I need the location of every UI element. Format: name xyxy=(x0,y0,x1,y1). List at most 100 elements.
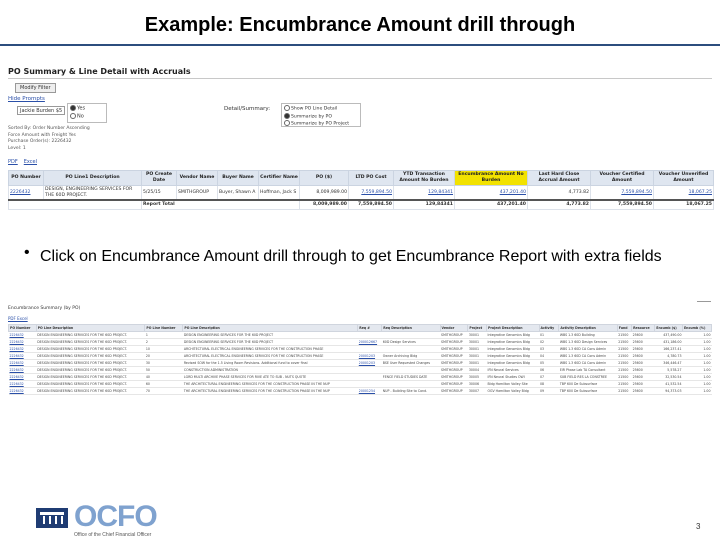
cell: WBS 1.3 60D CA Cons Admin xyxy=(558,345,618,353)
cell xyxy=(381,380,441,388)
detail-summary-label: Detail/Summary: xyxy=(224,106,271,112)
ocfo-logo: OCFO xyxy=(74,500,158,533)
req-link[interactable]: 20001254 xyxy=(357,387,382,395)
cell: 30001 xyxy=(467,345,487,353)
cell: 4,773.82 xyxy=(527,185,591,201)
cell: 1.00 xyxy=(682,373,712,381)
cell: DESIGN ENGINEERING SERVICES FOR THE 60D … xyxy=(36,345,145,353)
cell: 4,773.82 xyxy=(527,199,591,210)
column-shape xyxy=(61,516,63,524)
cell: DESIGN ENGINEERING SERVICES FOR THE 60D … xyxy=(36,387,145,395)
cell xyxy=(357,366,382,374)
po-number-link[interactable]: 2226432 xyxy=(8,380,37,388)
cell: WBS 1.3 60D CA Cons Admin xyxy=(558,359,618,367)
po-table: PO Number PO Line1 Description PO Create… xyxy=(8,170,714,210)
cell: IFN Neural Studies OWI xyxy=(486,373,540,381)
cell: 437,490.00 xyxy=(654,331,683,339)
bullet-text: Click on Encumbrance Amount drill throug… xyxy=(40,248,662,265)
col-header: Req # xyxy=(357,324,383,332)
voucher-certified-link[interactable]: 7,559,894.50 xyxy=(590,185,654,201)
option-label: Summarize by PO Project xyxy=(291,121,350,127)
cell: WBS 1.3 60D Design Services xyxy=(558,338,618,346)
cell: SMITHGROUP xyxy=(440,380,468,388)
cell: 06 xyxy=(539,366,559,374)
pdf-link[interactable]: PDF xyxy=(8,159,18,165)
voucher-unverified-link[interactable]: 18,067.25 xyxy=(653,185,714,201)
cell: 1.00 xyxy=(682,352,712,360)
option-summarize-po[interactable]: Summarize by PO xyxy=(284,112,358,121)
cell: 30001 xyxy=(467,352,487,360)
option-line-detail[interactable]: Show PO Line Detail xyxy=(284,105,358,113)
table-row: 2226432 DESIGN ENGINEERING SERVICES FOR T… xyxy=(8,373,712,381)
col-header: PO ($) xyxy=(299,170,349,186)
people-field[interactable]: Jackie Burden $5 xyxy=(17,106,65,115)
po-number-link[interactable]: 2226432 xyxy=(8,185,44,201)
cell xyxy=(357,380,382,388)
table-header-row: PO Number PO Line1 Description PO Create… xyxy=(8,170,714,186)
encumbrance-drill-link[interactable]: 437,201.40 xyxy=(454,185,528,201)
ytd-amount-link[interactable]: 129,84341 xyxy=(393,185,455,201)
cell: 10 xyxy=(144,345,183,353)
po-summary-report: PO Summary & Line Detail with Accruals M… xyxy=(5,64,715,222)
cell: WBS 1.3 60D Building xyxy=(558,331,618,339)
po-number-link[interactable]: 2226432 xyxy=(8,352,37,360)
po-number-link[interactable]: 2226432 xyxy=(8,359,37,367)
table-row: 2226432 DESIGN ENGINEERING SERVICES FOR T… xyxy=(8,345,712,353)
cell: 20 xyxy=(144,352,183,360)
minimize-icon[interactable] xyxy=(697,301,711,302)
po-number-link[interactable]: 2226432 xyxy=(8,331,37,339)
cell: 21500 xyxy=(617,345,632,353)
col-header: PO Line Number xyxy=(144,324,184,332)
column-shape xyxy=(55,516,57,524)
cell: 346,446.47 xyxy=(654,359,683,367)
modify-filter-button[interactable]: Modify Filter xyxy=(15,83,56,93)
excel-link[interactable]: Excel xyxy=(24,159,37,165)
cell: 50 xyxy=(144,366,183,374)
cell: 21500 xyxy=(617,387,632,395)
col-header: PO Number xyxy=(8,324,37,332)
cell: 1.00 xyxy=(682,359,712,367)
table-row: 2226432 DESIGN ENGINEERING SERVICES FOR T… xyxy=(8,380,712,388)
detail-options: Show PO Line Detail Summarize by PO Summ… xyxy=(281,103,361,127)
no-label: No xyxy=(77,113,84,119)
req-link[interactable]: 20001203 xyxy=(357,352,382,360)
po-number-link[interactable]: 2226432 xyxy=(8,345,37,353)
po-number-link[interactable]: 2226432 xyxy=(8,373,37,381)
option-summarize-project[interactable]: Summarize by PO Project xyxy=(284,120,358,128)
hide-prompts-link[interactable]: Hide Prompts xyxy=(8,96,45,102)
radio-icon xyxy=(284,105,290,111)
cell: 21500 xyxy=(617,366,632,374)
radio-icon xyxy=(284,120,290,126)
po-number-link[interactable]: 2226432 xyxy=(8,387,37,395)
req-link[interactable]: 20001203 xyxy=(357,359,382,367)
cell: ARCHITECTURAL ELECTRICAL ENGINEERING SER… xyxy=(182,352,358,360)
cell: 4,780.73 xyxy=(654,352,683,360)
yes-option[interactable]: Yes xyxy=(70,105,104,113)
encumbrance-col-header: Encumbrance Amount No Burden xyxy=(454,170,528,186)
cell: TBP 600 De Subsurface xyxy=(558,380,618,388)
cell: 70 xyxy=(144,387,183,395)
cell: DESIGN ENGINEERING SERVICES FOR THE 60D … xyxy=(36,373,145,381)
cell: DESIGN ENGINEERING SERVICES FOR THE 60D … xyxy=(182,338,358,346)
cell: 40 xyxy=(144,373,183,381)
cell: 8,009,989.00 xyxy=(299,185,349,201)
req-link[interactable]: 200012667 xyxy=(357,338,382,346)
cell: 01 xyxy=(539,331,559,339)
cell: 04 xyxy=(539,352,559,360)
po-number-link[interactable]: 2226432 xyxy=(8,366,37,374)
po-number-link[interactable]: 2226432 xyxy=(8,338,37,346)
table-row: 2226432 DESIGN ENGINEERING SERVICES FOR T… xyxy=(8,359,712,367)
no-option[interactable]: No xyxy=(70,112,104,121)
cell: 09 xyxy=(539,387,559,395)
export-links[interactable]: PDF Excel xyxy=(8,316,28,321)
ltd-cost-link[interactable]: 7,559,894.50 xyxy=(348,185,394,201)
sort-info: Sorted By: Order Number Ascending Force … xyxy=(8,126,90,152)
cell: 25600 xyxy=(631,352,655,360)
cell: 25600 xyxy=(631,338,655,346)
cell: 8,009,989.00 xyxy=(299,199,349,210)
table-row: 2226432 DESIGN, ENGINEERING SERVICES FOR… xyxy=(8,185,714,201)
encumbrance-report: Encumbrance Summary (by PO) PDF Excel PO… xyxy=(5,296,715,430)
yes-no-group: Yes No xyxy=(67,103,107,123)
col-header: Voucher Unverified Amount xyxy=(653,170,714,186)
cell: ARCHITECTURAL ELECTRICAL ENGINEERING SER… xyxy=(182,345,358,353)
